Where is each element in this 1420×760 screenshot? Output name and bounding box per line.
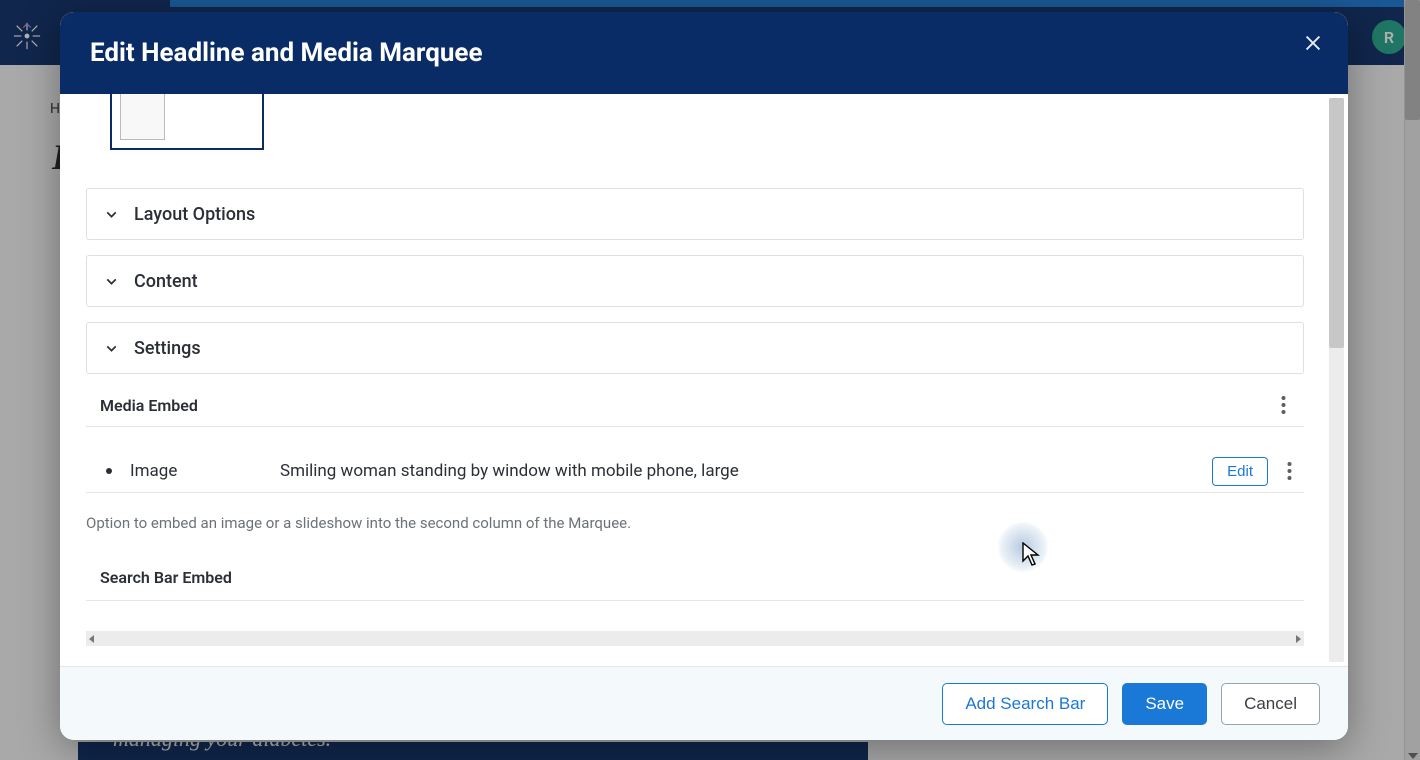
section-settings[interactable]: Settings [86,322,1304,374]
modal-body: Layout Options Content Settings Media Em… [60,94,1348,666]
section-settings-label: Settings [134,338,201,359]
media-item-menu-icon[interactable] [1278,460,1300,482]
chevron-down-icon [103,206,120,223]
close-icon[interactable] [1302,32,1326,56]
layout-thumbnail-preview [120,94,165,140]
modal-footer: Add Search Bar Save Cancel [60,666,1348,740]
chevron-down-icon [103,340,120,357]
edit-media-button[interactable]: Edit [1212,457,1268,486]
horizontal-scrollbar[interactable] [86,631,1304,646]
modal-title: Edit Headline and Media Marquee [90,38,483,68]
media-embed-help-text: Option to embed an image or a slideshow … [86,514,631,532]
divider [86,600,1304,601]
modal-body-inner: Layout Options Content Settings Media Em… [86,94,1304,666]
section-content-label: Content [134,271,198,292]
section-layout-label: Layout Options [134,204,255,225]
divider [86,492,1304,493]
media-item-type: Image [130,461,280,481]
edit-marquee-modal: Edit Headline and Media Marquee Layout O… [60,12,1348,740]
modal-header: Edit Headline and Media Marquee [60,12,1348,94]
modal-scrollbar[interactable] [1329,98,1344,662]
section-layout-options[interactable]: Layout Options [86,188,1304,240]
save-button[interactable]: Save [1122,683,1207,725]
bullet-icon [106,468,112,474]
media-embed-heading: Media Embed [100,396,198,415]
cancel-button[interactable]: Cancel [1221,683,1320,725]
media-item-description: Smiling woman standing by window with mo… [280,461,1212,481]
divider [86,426,1304,427]
media-embed-menu-icon[interactable] [1272,394,1294,416]
add-search-bar-button[interactable]: Add Search Bar [942,683,1108,725]
media-embed-row: Image Smiling woman standing by window w… [86,447,1304,495]
modal-scrollbar-thumb[interactable] [1329,98,1344,348]
section-content[interactable]: Content [86,255,1304,307]
layout-thumbnail-selected[interactable] [110,94,264,150]
chevron-down-icon [103,273,120,290]
cursor-icon [1022,542,1042,572]
search-bar-embed-heading: Search Bar Embed [100,568,232,587]
